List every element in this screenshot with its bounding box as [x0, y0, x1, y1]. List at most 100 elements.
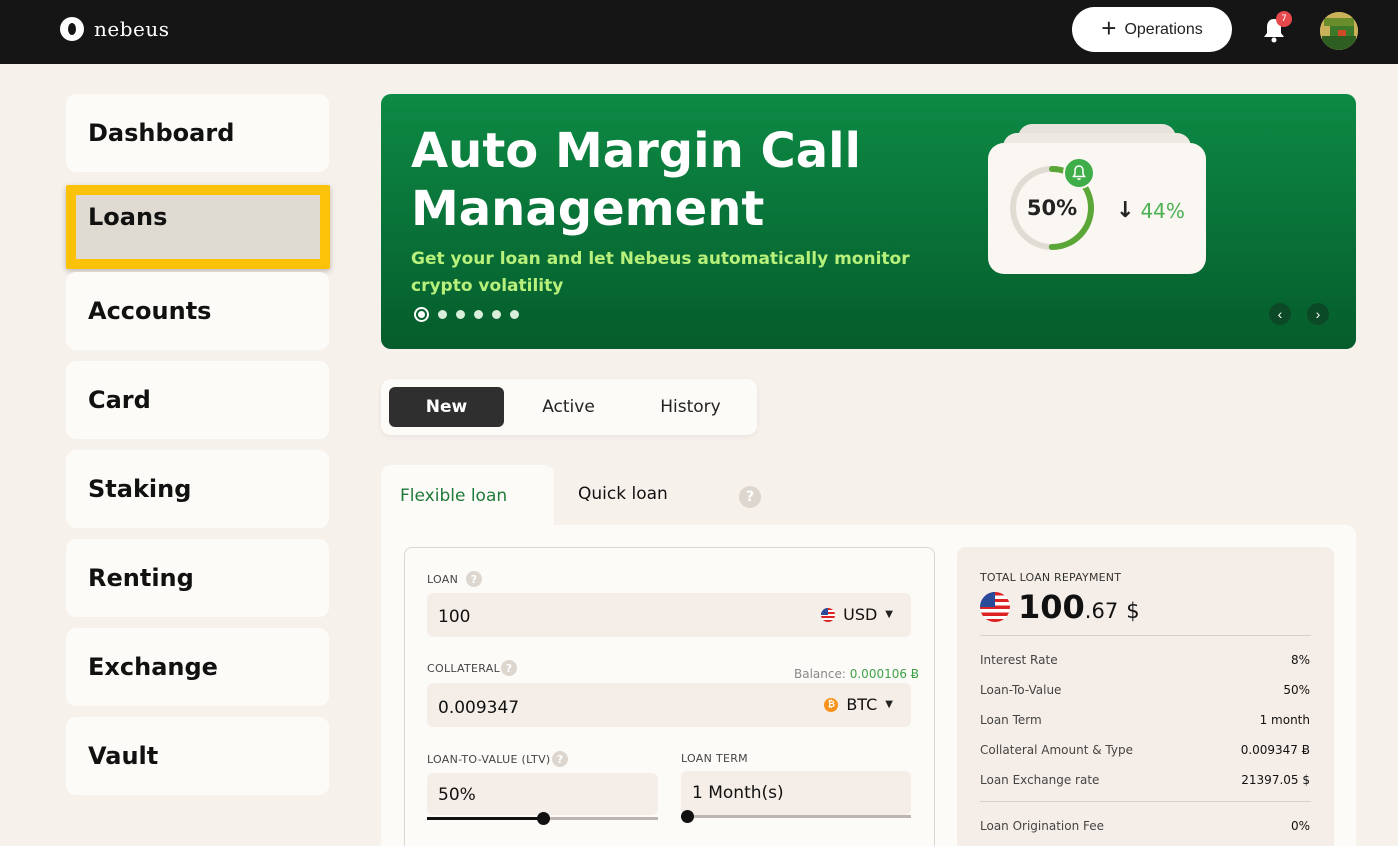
banner-subtitle: Get your loan and let Nebeus automatical…	[411, 249, 910, 296]
carousel-dot[interactable]	[438, 310, 447, 319]
sidebar-item-label: Vault	[88, 742, 159, 770]
sidebar-item-staking[interactable]: Staking	[66, 450, 329, 528]
summary-title: TOTAL LOAN REPAYMENT	[980, 571, 1122, 584]
summary-divider	[980, 801, 1311, 802]
summary-divider	[980, 635, 1311, 636]
sidebar-item-accounts[interactable]: Accounts	[66, 272, 329, 350]
carousel-prev-button[interactable]: ‹	[1269, 303, 1291, 325]
summary-row-value: 21397.05 $	[1241, 773, 1310, 787]
brand-logo[interactable]: nebeus	[60, 17, 170, 41]
sidebar-item-renting[interactable]: Renting	[66, 539, 329, 617]
sidebar-item-label: Loans	[88, 203, 168, 231]
chevron-left-icon: ‹	[1277, 306, 1283, 322]
help-icon[interactable]: ?	[739, 486, 761, 508]
loan-term-input[interactable]: 1 Month(s)	[681, 771, 911, 815]
help-icon[interactable]: ?	[466, 571, 482, 587]
summary-row-label: Loan Origination Fee	[980, 819, 1105, 833]
collateral-currency-select[interactable]: ₿ BTC ▼	[824, 695, 893, 714]
top-bar: nebeus + Operations 7	[0, 0, 1398, 64]
loan-term-slider-track[interactable]	[681, 815, 911, 818]
summary-row-value: 0%	[1290, 819, 1310, 833]
notification-badge: 7	[1276, 11, 1292, 27]
chevron-right-icon: ›	[1315, 306, 1321, 322]
loan-currency-select[interactable]: USD ▼	[821, 605, 893, 624]
ltv-slider-handle[interactable]	[536, 812, 550, 825]
loan-status-tabs: New Active History	[381, 379, 757, 435]
loan-term-slider-handle[interactable]	[681, 810, 694, 823]
amount-integer: 100	[1018, 588, 1085, 626]
carousel-dot[interactable]	[510, 310, 519, 319]
avatar-image	[1320, 12, 1358, 50]
amount-currency-symbol: $	[1126, 599, 1140, 623]
operations-label: Operations	[1124, 20, 1203, 38]
sidebar-item-label: Renting	[88, 564, 194, 592]
carousel-dots	[414, 307, 519, 322]
caret-down-icon: ▼	[885, 609, 893, 620]
summary-row-label: Loan-To-Value	[980, 683, 1062, 697]
sidebar-item-label: Staking	[88, 475, 192, 503]
summary-row-label: Collateral Amount & Type	[980, 743, 1133, 757]
plus-icon: +	[1101, 13, 1117, 43]
summary-row-label: Loan Exchange rate	[980, 773, 1100, 787]
amount-decimal: .67	[1084, 599, 1119, 623]
collateral-amount-value: 0.009347	[438, 698, 520, 718]
summary-row-value: 0.009347 Ƀ	[1240, 743, 1310, 757]
summary-row-label: Loan Term	[980, 713, 1042, 727]
margin-card: 50% ↓ 44%	[988, 143, 1206, 274]
promo-banner[interactable]: Auto Margin Call Management Get your loa…	[381, 94, 1356, 349]
avatar[interactable]	[1320, 12, 1358, 50]
loan-currency-label: USD	[843, 605, 878, 624]
carousel-dot[interactable]	[492, 310, 501, 319]
tab-history[interactable]: History	[633, 387, 748, 427]
bitcoin-icon: ₿	[824, 697, 839, 712]
arrow-down-icon: ↓	[1116, 198, 1135, 223]
sidebar-item-vault[interactable]: Vault	[66, 717, 329, 795]
margin-call-illustration: 50% ↓ 44%	[988, 124, 1206, 274]
sidebar-item-exchange[interactable]: Exchange	[66, 628, 329, 706]
help-icon[interactable]: ?	[552, 751, 568, 767]
tab-new[interactable]: New	[389, 387, 504, 427]
collateral-label: COLLATERAL	[427, 662, 501, 675]
sidebar-item-label: Exchange	[88, 653, 218, 681]
tab-quick-loan[interactable]: Quick loan	[578, 484, 668, 504]
sidebar-item-label: Card	[88, 386, 151, 414]
collateral-balance: Balance: 0.000106 Ƀ	[794, 667, 919, 681]
summary-row-value: 8%	[1290, 653, 1310, 667]
sidebar-item-card[interactable]: Card	[66, 361, 329, 439]
tab-flexible-loan[interactable]: Flexible loan	[381, 465, 554, 527]
help-icon[interactable]: ?	[501, 660, 517, 676]
loan-amount-input[interactable]: 100 USD ▼	[427, 593, 911, 637]
carousel-dot[interactable]	[474, 310, 483, 319]
balance-label: Balance:	[794, 667, 846, 681]
sidebar-item-label: Dashboard	[88, 119, 235, 147]
gauge-label: 50%	[1026, 196, 1078, 220]
us-flag-icon	[980, 592, 1010, 622]
tab-active[interactable]: Active	[511, 387, 626, 427]
carousel-dot[interactable]	[414, 307, 429, 322]
collateral-amount-input[interactable]: 0.009347 ₿ BTC ▼	[427, 683, 911, 727]
sidebar-item-label: Accounts	[88, 297, 212, 325]
caret-down-icon: ▼	[885, 699, 893, 710]
brand-name: nebeus	[94, 17, 170, 41]
sidebar-item-dashboard[interactable]: Dashboard	[66, 94, 329, 172]
price-change: ↓ 44%	[1116, 198, 1185, 223]
loan-term-label: LOAN TERM	[681, 752, 748, 765]
ltv-slider-fill	[427, 817, 543, 820]
balance-value: 0.000106 Ƀ	[849, 667, 920, 681]
us-flag-icon	[821, 607, 836, 622]
sidebar-item-loans[interactable]: Loans	[66, 185, 330, 269]
summary-row-label: Interest Rate	[980, 653, 1058, 667]
ltv-value: 50%	[438, 785, 476, 805]
carousel-next-button[interactable]: ›	[1307, 303, 1329, 325]
price-change-value: 44%	[1140, 198, 1185, 223]
ltv-input[interactable]: 50%	[427, 773, 658, 815]
ltv-label: LOAN-TO-VALUE (LTV)	[427, 753, 551, 766]
carousel-dot[interactable]	[456, 310, 465, 319]
banner-title: Auto Margin Call Management	[411, 123, 861, 237]
nebeus-logo-icon	[60, 17, 84, 41]
bell-icon	[1063, 157, 1095, 189]
loan-term-value: 1 Month(s)	[692, 783, 784, 803]
summary-row-value: 1 month	[1259, 713, 1310, 727]
total-repayment-amount: 100 .67 $	[980, 588, 1140, 626]
operations-button[interactable]: + Operations	[1072, 7, 1232, 52]
